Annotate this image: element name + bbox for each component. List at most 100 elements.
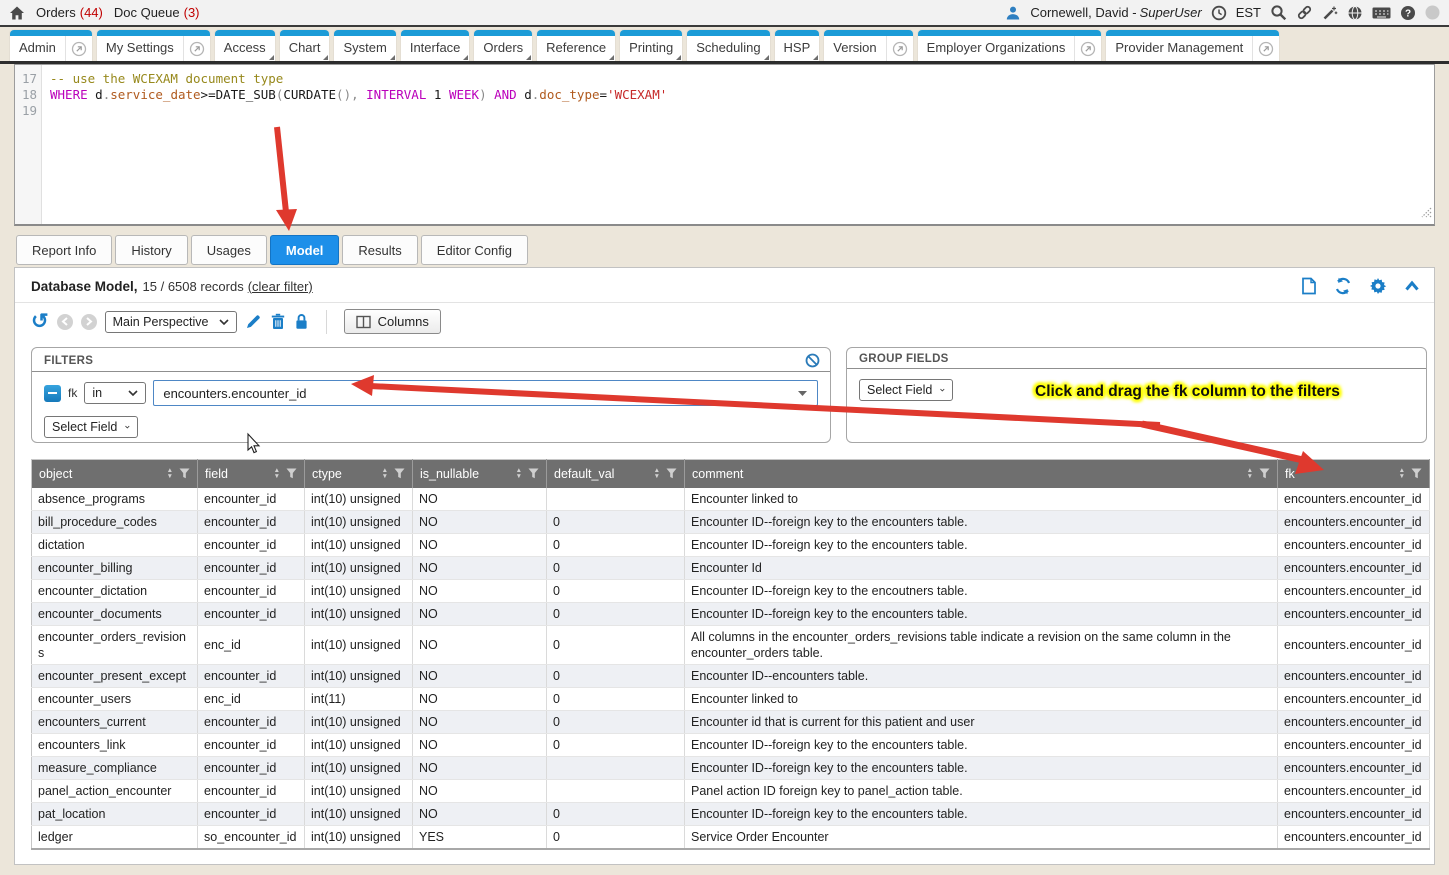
code-line[interactable]: -- use the WCEXAM document type <box>50 71 1434 87</box>
col-header-field[interactable]: field▲▼ <box>198 460 305 488</box>
clear-filters-icon[interactable] <box>805 353 820 368</box>
nav-tab-scheduling[interactable]: Scheduling <box>687 30 769 61</box>
edit-icon[interactable] <box>245 313 262 330</box>
table-row-pat-location[interactable]: pat_locationencounter_idint(10) unsigned… <box>32 802 1430 825</box>
col-header-object[interactable]: object▲▼ <box>32 460 198 488</box>
tab-history[interactable]: History <box>115 235 187 265</box>
col-header-ctype[interactable]: ctype ▲▼ <box>305 460 413 488</box>
globe-icon[interactable] <box>1347 5 1363 21</box>
back-icon[interactable] <box>57 314 73 330</box>
resize-handle-icon[interactable] <box>1420 206 1432 222</box>
table-row-encounter-users[interactable]: encounter_usersenc_idint(11)NO0Encounter… <box>32 687 1430 710</box>
col-header-is-nullable[interactable]: is_nullable▲▼ <box>413 460 547 488</box>
sort-icon[interactable]: ▲▼ <box>654 468 660 479</box>
delete-icon[interactable] <box>270 313 286 330</box>
search-icon[interactable] <box>1270 4 1287 21</box>
help-icon[interactable]: ? <box>1400 5 1416 21</box>
wand-icon[interactable] <box>1322 5 1338 21</box>
col-header-comment[interactable]: comment▲▼ <box>685 460 1278 488</box>
keyboard-icon[interactable] <box>1372 6 1391 20</box>
tab-usages[interactable]: Usages <box>191 235 267 265</box>
filter-funnel-icon[interactable] <box>179 468 190 479</box>
new-document-icon[interactable] <box>1301 277 1317 295</box>
sort-icon[interactable]: ▲▼ <box>1247 468 1253 479</box>
user-name[interactable]: Cornewell, David - SuperUser <box>1030 5 1201 20</box>
open-in-new-icon[interactable] <box>1074 36 1101 61</box>
nav-tab-provider-management[interactable]: Provider Management <box>1106 30 1279 61</box>
perspective-select[interactable]: Main Perspective <box>105 311 237 333</box>
clock-icon[interactable] <box>1211 5 1227 21</box>
filter-funnel-icon[interactable] <box>286 468 297 479</box>
table-row-encounter-dictation[interactable]: encounter_dictationencounter_idint(10) u… <box>32 579 1430 602</box>
open-in-new-icon[interactable] <box>65 36 92 61</box>
refresh-icon[interactable] <box>1334 277 1352 295</box>
undo-icon[interactable]: ↺ <box>31 313 49 331</box>
clear-filter-link[interactable]: (clear filter) <box>248 279 313 294</box>
filter-funnel-icon[interactable] <box>1259 468 1270 479</box>
nav-tab-printing[interactable]: Printing <box>620 30 682 61</box>
nav-tab-admin[interactable]: Admin <box>10 30 92 61</box>
col-header-default-val[interactable]: default_val▲▼ <box>547 460 685 488</box>
table-row-encounters-link[interactable]: encounters_linkencounter_idint(10) unsig… <box>32 733 1430 756</box>
gear-icon[interactable] <box>1369 277 1387 295</box>
filter-funnel-icon[interactable] <box>666 468 677 479</box>
table-row-dictation[interactable]: dictationencounter_idint(10) unsignedNO0… <box>32 533 1430 556</box>
open-in-new-icon[interactable] <box>183 36 210 61</box>
filter-operator-select[interactable]: in <box>84 382 146 404</box>
orders-queue-link[interactable]: Orders (44) <box>36 5 103 20</box>
nav-tab-system[interactable]: System <box>334 30 395 61</box>
nav-tab-hsp[interactable]: HSP <box>775 30 820 61</box>
filter-funnel-icon[interactable] <box>394 468 405 479</box>
nav-tab-chart[interactable]: Chart <box>280 30 330 61</box>
tab-editor-config[interactable]: Editor Config <box>421 235 528 265</box>
nav-tab-reference[interactable]: Reference <box>537 30 615 61</box>
filter-funnel-icon[interactable] <box>1411 468 1422 479</box>
tab-report-info[interactable]: Report Info <box>16 235 112 265</box>
sort-icon[interactable]: ▲▼ <box>516 468 522 479</box>
table-row-encounter-billing[interactable]: encounter_billingencounter_idint(10) uns… <box>32 556 1430 579</box>
home-icon[interactable] <box>9 5 25 21</box>
nav-tab-version[interactable]: Version <box>824 30 912 61</box>
table-row-encounter-documents[interactable]: encounter_documentsencounter_idint(10) u… <box>32 602 1430 625</box>
tab-model[interactable]: Model <box>270 235 340 265</box>
collapse-icon[interactable] <box>1404 280 1420 292</box>
code-line[interactable]: WHERE d.service_date>=DATE_SUB(CURDATE()… <box>50 87 1434 103</box>
timezone-label[interactable]: EST <box>1236 5 1261 20</box>
table-row-encounter-present-except[interactable]: encounter_present_exceptencounter_idint(… <box>32 664 1430 687</box>
sql-editor[interactable]: 171819 -- use the WCEXAM document typeWH… <box>14 64 1435 226</box>
nav-tab-access[interactable]: Access <box>215 30 275 61</box>
cell-ctype: int(10) unsigned <box>305 579 413 602</box>
tab-results[interactable]: Results <box>342 235 417 265</box>
table-row-absence-programs[interactable]: absence_programsencounter_idint(10) unsi… <box>32 488 1430 511</box>
table-row-encounters-current[interactable]: encounters_currentencounter_idint(10) un… <box>32 710 1430 733</box>
filter-funnel-icon[interactable] <box>528 468 539 479</box>
table-row-measure-compliance[interactable]: measure_complianceencounter_idint(10) un… <box>32 756 1430 779</box>
nav-tab-orders[interactable]: Orders <box>474 30 532 61</box>
table-row-bill-procedure-codes[interactable]: bill_procedure_codesencounter_idint(10) … <box>32 510 1430 533</box>
remove-filter-button[interactable] <box>44 385 61 402</box>
col-header-label: ctype <box>312 467 376 481</box>
filter-value-input[interactable]: encounters.encounter_id <box>153 380 818 406</box>
table-row-encounter-orders-revisions[interactable]: encounter_orders_revisionsenc_idint(10) … <box>32 625 1430 664</box>
doc-queue-link[interactable]: Doc Queue (3) <box>114 5 200 20</box>
add-group-field-select[interactable]: Select Field <box>859 379 953 401</box>
sort-icon[interactable]: ▲▼ <box>1399 468 1405 479</box>
nav-tab-employer-organizations[interactable]: Employer Organizations <box>918 30 1102 61</box>
open-in-new-icon[interactable] <box>886 36 913 61</box>
nav-tab-my-settings[interactable]: My Settings <box>97 30 210 61</box>
col-header-fk[interactable]: fk▲▼ <box>1278 460 1430 488</box>
editor-code[interactable]: -- use the WCEXAM document typeWHERE d.s… <box>42 65 1434 224</box>
table-row-ledger[interactable]: ledgerso_encounter_idint(10) unsignedYES… <box>32 825 1430 849</box>
code-line[interactable] <box>50 103 1434 119</box>
forward-icon[interactable] <box>81 314 97 330</box>
table-row-panel-action-encounter[interactable]: panel_action_encounterencounter_idint(10… <box>32 779 1430 802</box>
sort-icon[interactable]: ▲▼ <box>274 468 280 479</box>
link-icon[interactable] <box>1296 4 1313 21</box>
sort-icon[interactable]: ▲▼ <box>382 468 388 479</box>
nav-tab-interface[interactable]: Interface <box>401 30 470 61</box>
open-in-new-icon[interactable] <box>1252 36 1279 61</box>
lock-icon[interactable] <box>294 313 309 330</box>
add-filter-field-select[interactable]: Select Field <box>44 416 138 438</box>
columns-button[interactable]: Columns <box>344 309 441 334</box>
sort-icon[interactable]: ▲▼ <box>167 468 173 479</box>
